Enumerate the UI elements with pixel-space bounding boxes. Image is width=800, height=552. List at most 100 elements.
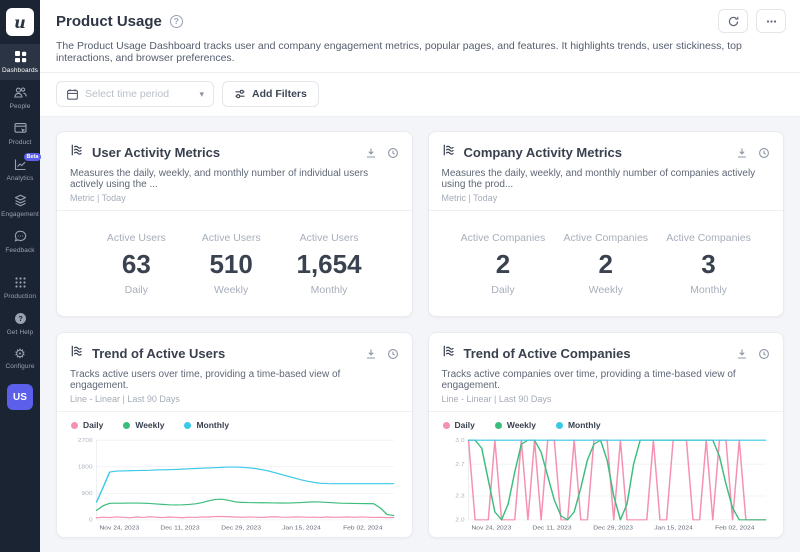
page-title: Product Usage bbox=[56, 13, 162, 30]
sidebar-item-label: Dashboards bbox=[2, 67, 38, 74]
card-subtitle: Measures the daily, weekly, and monthly … bbox=[70, 168, 399, 190]
trend-companies-chart: 2.02.32.73.0Nov 24, 2023Dec 11, 2023Dec … bbox=[439, 434, 774, 533]
legend-label: Daily bbox=[455, 420, 475, 430]
card-meta: Metric | Today bbox=[70, 193, 399, 203]
metric-value: 63 bbox=[122, 249, 151, 280]
svg-text:2.7: 2.7 bbox=[455, 462, 465, 467]
product-icon bbox=[13, 121, 28, 136]
logo-letter: u bbox=[14, 13, 26, 32]
filter-bar: Select time period ▾ Add Filters bbox=[40, 73, 800, 117]
card-subtitle: Tracks active users over time, providing… bbox=[70, 369, 399, 391]
card-subtitle: Tracks active companies over time, provi… bbox=[442, 369, 771, 391]
clock-icon[interactable] bbox=[758, 348, 770, 360]
metric-period: Daily bbox=[491, 284, 514, 296]
legend-label: Monthly bbox=[568, 420, 601, 430]
legend-item-daily[interactable]: Daily bbox=[71, 420, 103, 430]
metric-value: 510 bbox=[209, 249, 252, 280]
svg-text:?: ? bbox=[18, 314, 23, 323]
svg-text:Dec 11, 2023: Dec 11, 2023 bbox=[532, 526, 572, 531]
download-icon[interactable] bbox=[736, 147, 748, 159]
sidebar-item-get-help[interactable]: ? Get Help bbox=[0, 306, 40, 342]
sidebar-item-product[interactable]: Product bbox=[0, 116, 40, 152]
widget-chart-icon bbox=[442, 143, 456, 162]
svg-text:Dec 29, 2023: Dec 29, 2023 bbox=[593, 526, 633, 531]
svg-text:Dec 11, 2023: Dec 11, 2023 bbox=[160, 526, 200, 531]
legend-dot bbox=[123, 422, 130, 429]
metric-value: 2 bbox=[599, 249, 613, 280]
card-meta: Line - Linear | Last 90 Days bbox=[442, 394, 771, 404]
app-root: u Dashboards People Product Beta Analyti… bbox=[0, 0, 800, 552]
time-period-placeholder: Select time period bbox=[85, 88, 193, 100]
metric-weekly: Active Users 510 Weekly bbox=[202, 232, 261, 296]
legend-dot bbox=[556, 422, 563, 429]
metric-period: Monthly bbox=[690, 284, 727, 296]
page-description: The Product Usage Dashboard tracks user … bbox=[56, 40, 786, 64]
svg-text:0: 0 bbox=[89, 518, 93, 523]
metric-label: Active Companies bbox=[666, 232, 751, 244]
legend-item-weekly[interactable]: Weekly bbox=[495, 420, 536, 430]
app-logo[interactable]: u bbox=[6, 8, 34, 36]
metric-monthly: Active Users 1,654 Monthly bbox=[297, 232, 362, 296]
sidebar-item-label: People bbox=[10, 103, 31, 110]
sidebar-item-feedback[interactable]: Feedback bbox=[0, 224, 40, 260]
help-icon: ? bbox=[13, 311, 28, 326]
svg-text:2700: 2700 bbox=[78, 438, 94, 443]
metric-label: Active Companies bbox=[563, 232, 648, 244]
clock-icon[interactable] bbox=[758, 147, 770, 159]
svg-text:3.0: 3.0 bbox=[455, 438, 465, 443]
add-filters-label: Add Filters bbox=[252, 88, 307, 100]
time-period-select[interactable]: Select time period ▾ bbox=[56, 81, 214, 107]
more-options-button[interactable] bbox=[756, 9, 786, 33]
legend-label: Daily bbox=[83, 420, 103, 430]
chart-legend: Daily Weekly Monthly bbox=[71, 420, 402, 430]
sidebar-item-label: Engagement bbox=[1, 211, 39, 218]
card-trend-active-companies: Trend of Active Companies Tracks active … bbox=[428, 332, 785, 538]
legend-item-daily[interactable]: Daily bbox=[443, 420, 475, 430]
metric-daily: Active Users 63 Daily bbox=[107, 232, 166, 296]
download-icon[interactable] bbox=[736, 348, 748, 360]
chart-legend: Daily Weekly Monthly bbox=[443, 420, 774, 430]
people-icon bbox=[13, 85, 28, 100]
metric-weekly: Active Companies 2 Weekly bbox=[563, 232, 648, 296]
legend-item-weekly[interactable]: Weekly bbox=[123, 420, 164, 430]
widget-chart-icon bbox=[442, 344, 456, 363]
clock-icon[interactable] bbox=[387, 348, 399, 360]
sidebar-item-label: Get Help bbox=[7, 329, 33, 336]
sidebar-item-label: Product bbox=[8, 139, 31, 146]
legend-item-monthly[interactable]: Monthly bbox=[184, 420, 229, 430]
main-area: Product Usage ? The Product Usage Dashbo… bbox=[40, 0, 800, 552]
download-icon[interactable] bbox=[365, 147, 377, 159]
gear-icon: ⚙ bbox=[14, 347, 26, 360]
trend-users-chart: 090018002700Nov 24, 2023Dec 11, 2023Dec … bbox=[67, 434, 402, 533]
sidebar-item-label: Feedback bbox=[5, 247, 34, 254]
sidebar-item-analytics[interactable]: Beta Analytics bbox=[0, 152, 40, 188]
svg-text:Dec 29, 2023: Dec 29, 2023 bbox=[221, 526, 261, 531]
sidebar-item-label: Production bbox=[4, 293, 36, 300]
clock-icon[interactable] bbox=[387, 147, 399, 159]
sidebar-item-people[interactable]: People bbox=[0, 80, 40, 116]
sidebar-item-configure[interactable]: ⚙ Configure bbox=[0, 342, 40, 376]
download-icon[interactable] bbox=[365, 348, 377, 360]
add-filters-button[interactable]: Add Filters bbox=[222, 81, 319, 107]
svg-text:Nov 24, 2023: Nov 24, 2023 bbox=[99, 526, 139, 531]
refresh-button[interactable] bbox=[718, 9, 748, 33]
page-help-icon[interactable]: ? bbox=[170, 15, 183, 28]
metric-label: Active Users bbox=[107, 232, 166, 244]
metric-monthly: Active Companies 3 Monthly bbox=[666, 232, 751, 296]
dashboard-grid: User Activity Metrics Measures the daily… bbox=[40, 117, 800, 552]
card-user-activity-metrics: User Activity Metrics Measures the daily… bbox=[56, 131, 413, 317]
card-title: Company Activity Metrics bbox=[464, 145, 622, 160]
metric-label: Active Companies bbox=[461, 232, 546, 244]
page-header: Product Usage ? The Product Usage Dashbo… bbox=[40, 0, 800, 73]
card-meta: Metric | Today bbox=[442, 193, 771, 203]
svg-text:2.3: 2.3 bbox=[455, 494, 465, 499]
sidebar-item-production[interactable]: Production bbox=[0, 270, 40, 306]
legend-item-monthly[interactable]: Monthly bbox=[556, 420, 601, 430]
sidebar-item-dashboards[interactable]: Dashboards bbox=[0, 44, 40, 80]
user-avatar[interactable]: US bbox=[7, 384, 33, 410]
sidebar-item-engagement[interactable]: Engagement bbox=[0, 188, 40, 224]
layers-icon bbox=[13, 193, 28, 208]
sidebar-item-label: Analytics bbox=[7, 175, 34, 182]
legend-label: Weekly bbox=[507, 420, 536, 430]
svg-text:Nov 24, 2023: Nov 24, 2023 bbox=[471, 526, 511, 531]
